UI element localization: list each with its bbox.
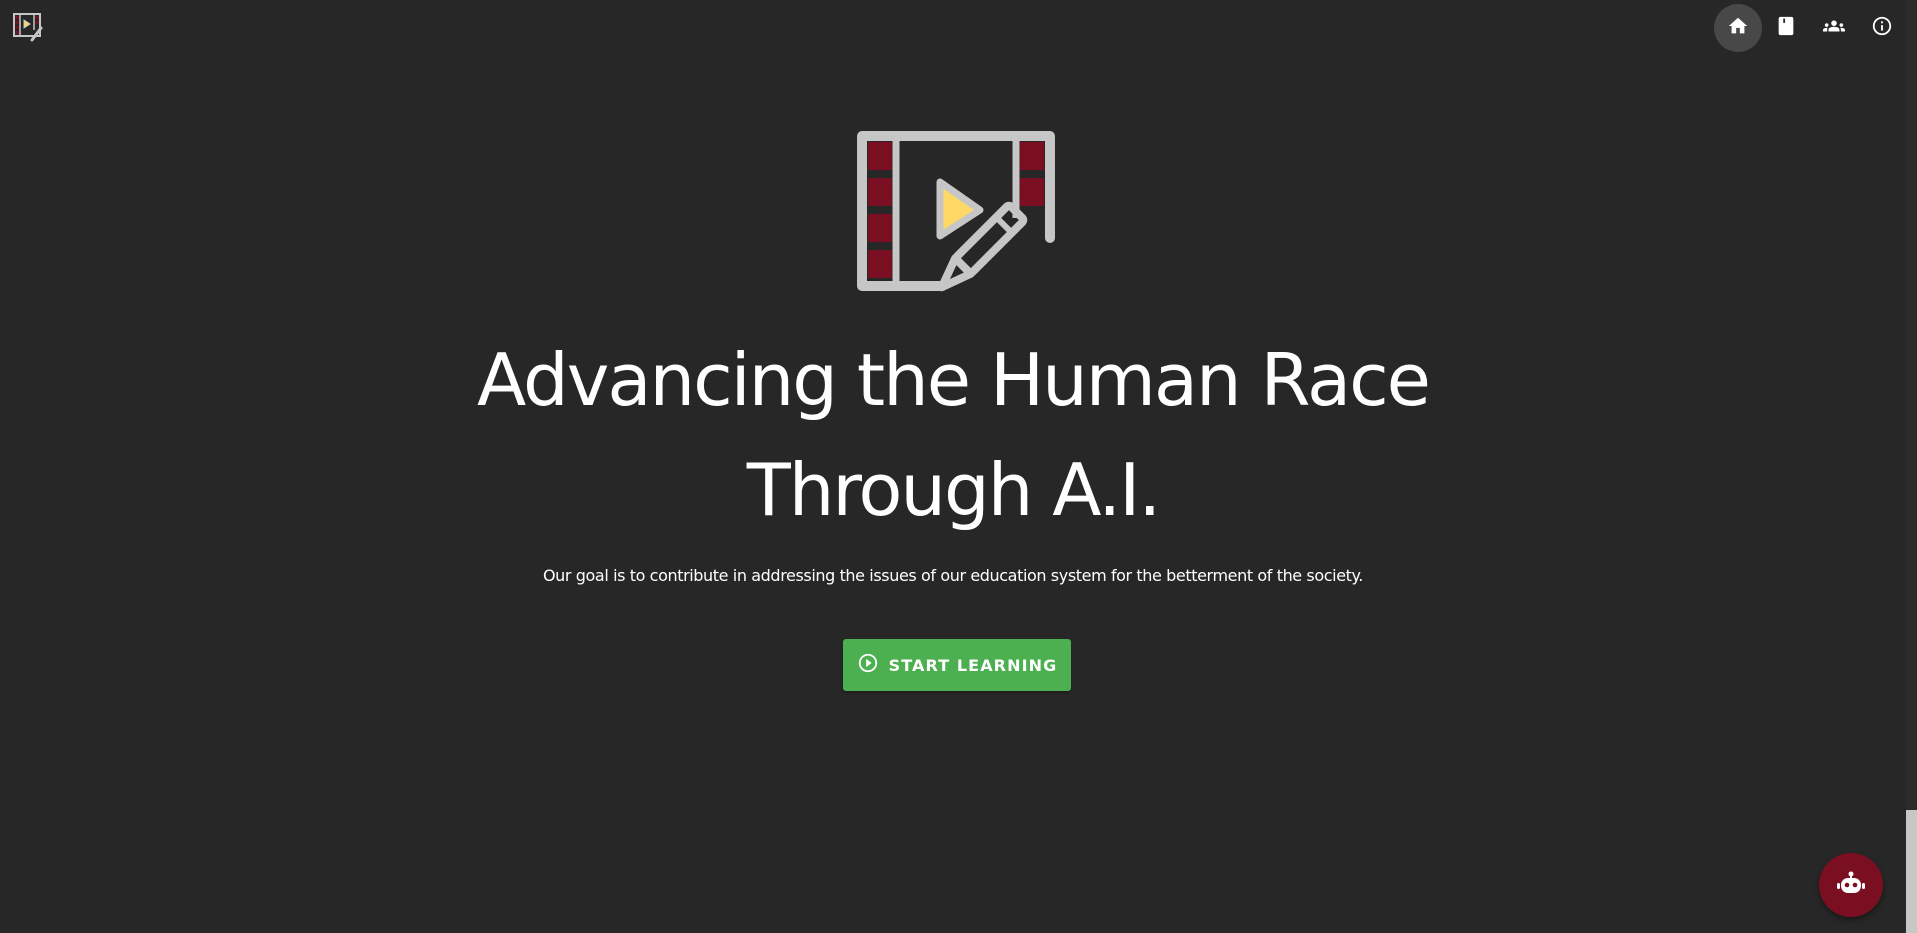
- info-icon: [1871, 15, 1893, 41]
- nav-home-button[interactable]: [1714, 4, 1762, 52]
- top-app-bar: [0, 0, 1906, 56]
- nav-courses-button[interactable]: [1762, 4, 1810, 52]
- top-nav: [1714, 4, 1906, 52]
- start-learning-button[interactable]: START LEARNING: [843, 639, 1071, 691]
- play-circle-icon: [857, 652, 879, 678]
- start-learning-label: START LEARNING: [888, 655, 1058, 675]
- chatbot-button[interactable]: [1819, 853, 1883, 917]
- home-icon: [1727, 15, 1749, 41]
- hero-subtitle: Our goal is to contribute in addressing …: [542, 566, 1363, 585]
- robot-icon: [1836, 868, 1866, 902]
- hero-title: Advancing the Human Race Through A.I.: [477, 338, 1431, 532]
- page: Advancing the Human Race Through A.I. Ou…: [0, 0, 1917, 933]
- scrollbar-track[interactable]: [1906, 0, 1917, 933]
- people-icon: [1823, 15, 1845, 41]
- nav-team-button[interactable]: [1810, 4, 1858, 52]
- book-icon: [1775, 15, 1797, 41]
- nav-about-button[interactable]: [1858, 4, 1906, 52]
- film-pencil-play-icon: [856, 130, 1056, 316]
- app-logo-icon[interactable]: [12, 12, 46, 44]
- scrollbar-thumb[interactable]: [1906, 810, 1917, 933]
